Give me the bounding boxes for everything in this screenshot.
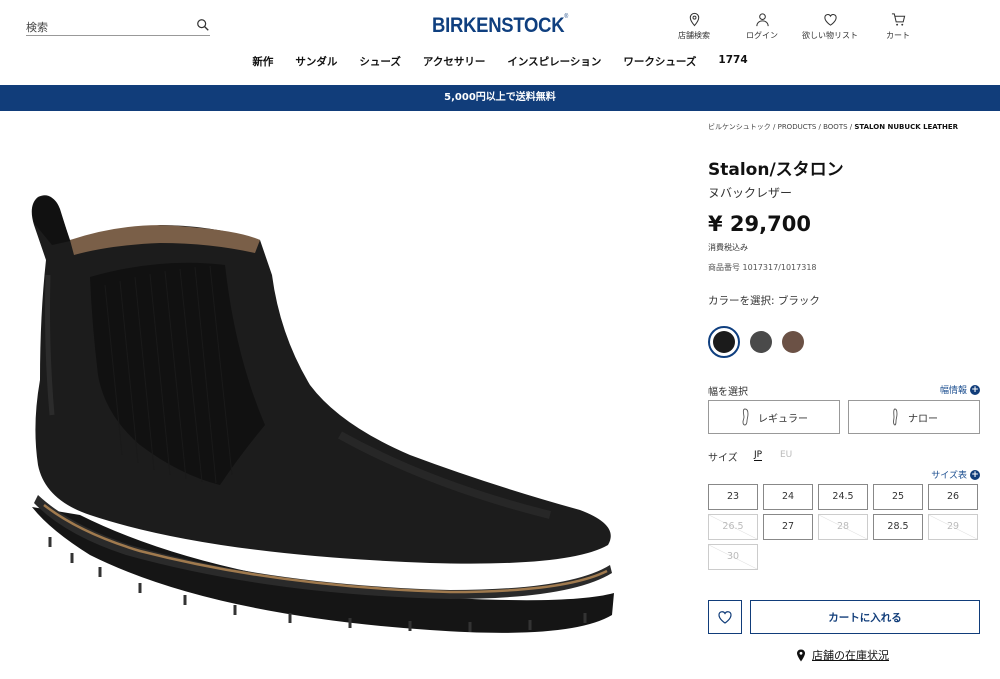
breadcrumb-parts[interactable]: ビルケンシュトック / PRODUCTS / BOOTS /	[708, 123, 854, 131]
store-stock-link[interactable]: 店舗の在庫状況	[796, 647, 889, 663]
cart-label: カート	[886, 31, 910, 40]
wishlist-link[interactable]: 欲しい物リスト	[796, 12, 864, 41]
swatch-black-fill	[713, 331, 735, 353]
shipping-banner-text: 5,000円以上で送料無料	[444, 92, 556, 103]
size-label: サイズ	[708, 453, 738, 464]
plus-icon: +	[970, 384, 980, 395]
store-locator-link[interactable]: 店舗検索	[660, 12, 728, 41]
width-label: 幅を選択	[708, 387, 748, 398]
size-option[interactable]: 25	[873, 484, 923, 510]
cart-icon	[891, 13, 905, 26]
plus-icon: +	[970, 469, 980, 480]
nav-item-1774[interactable]: 1774	[718, 54, 747, 69]
width-info-label: 幅情報	[939, 386, 967, 396]
nav-item-sandals[interactable]: サンダル	[295, 54, 337, 69]
cart-link[interactable]: カート	[864, 12, 932, 41]
width-regular-label: レギュラー	[758, 413, 808, 425]
map-pin-icon	[689, 12, 699, 27]
store-locator-label: 店舗検索	[678, 31, 710, 40]
header-utility-links: 店舗検索 ログイン 欲しい物リスト カート	[660, 12, 932, 41]
heart-icon	[718, 611, 732, 624]
nav-item-accessories[interactable]: アクセサリー	[423, 54, 485, 69]
add-to-wishlist-button[interactable]	[708, 600, 742, 634]
nav-item-inspiration[interactable]: インスピレーション	[507, 54, 601, 69]
swatch-grey[interactable]	[750, 331, 772, 353]
nav-item-workshoes[interactable]: ワークシューズ	[623, 54, 696, 69]
size-option[interactable]: 23	[708, 484, 758, 510]
logo-text: BIRKENSTOCK	[432, 14, 565, 37]
size-option[interactable]: 26	[928, 484, 978, 510]
color-swatches	[708, 326, 804, 358]
nav-item-shoes[interactable]: シューズ	[359, 54, 400, 69]
size-system-jp[interactable]: JP	[754, 450, 763, 461]
size-option[interactable]: 28.5	[873, 514, 923, 540]
size-option-unavailable: 30	[708, 544, 758, 570]
size-option-unavailable: 28	[818, 514, 868, 540]
width-regular-button[interactable]: レギュラー	[708, 400, 840, 434]
shipping-banner: 5,000円以上で送料無料	[0, 85, 1000, 111]
breadcrumb: ビルケンシュトック / PRODUCTS / BOOTS / STALON NU…	[708, 122, 958, 132]
color-label: カラーを選択: ブラック	[708, 295, 820, 307]
main-nav: 新作 サンダル シューズ アクセサリー インスピレーション ワークシューズ 17…	[0, 54, 1000, 69]
swatch-black[interactable]	[708, 326, 740, 358]
user-icon	[755, 13, 769, 27]
breadcrumb-current: STALON NUBUCK LEATHER	[854, 123, 958, 131]
swatch-brown[interactable]	[782, 331, 804, 353]
width-info-link[interactable]: 幅情報 +	[940, 383, 980, 396]
registered-mark: ®	[564, 14, 568, 20]
product-subtitle: ヌバックレザー	[708, 186, 793, 200]
product-title: Stalon/スタロン	[708, 160, 844, 180]
login-label: ログイン	[746, 31, 778, 40]
size-chart-link[interactable]: サイズ表 +	[931, 468, 980, 481]
product-price: ¥ 29,700	[708, 212, 811, 236]
size-option[interactable]: 24	[763, 484, 813, 510]
width-narrow-label: ナロー	[908, 413, 938, 425]
map-pin-icon	[797, 649, 805, 661]
size-chart-label: サイズ表	[931, 471, 967, 481]
nav-item-new[interactable]: 新作	[252, 54, 273, 69]
width-narrow-button[interactable]: ナロー	[848, 400, 980, 434]
tax-note: 消費税込み	[708, 243, 748, 252]
wishlist-label: 欲しい物リスト	[802, 31, 858, 40]
heart-icon	[823, 14, 837, 26]
chelsea-boot-image	[31, 195, 614, 633]
size-option[interactable]: 27	[763, 514, 813, 540]
store-stock-label: 店舗の在庫状況	[812, 649, 889, 662]
size-system-eu[interactable]: EU	[780, 450, 792, 460]
login-link[interactable]: ログイン	[728, 12, 796, 41]
size-option-unavailable: 26.5	[708, 514, 758, 540]
size-option[interactable]: 24.5	[818, 484, 868, 510]
add-to-cart-button[interactable]: カートに入れる	[750, 600, 980, 634]
foot-narrow-icon	[893, 408, 898, 426]
product-sku: 商品番号 1017317/1017318	[708, 263, 817, 272]
foot-regular-icon	[742, 408, 749, 426]
size-option-unavailable: 29	[928, 514, 978, 540]
